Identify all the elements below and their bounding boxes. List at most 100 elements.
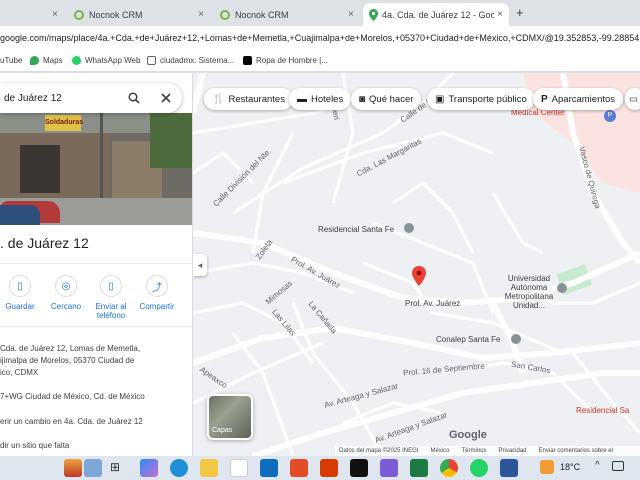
copilot-icon[interactable] bbox=[140, 459, 158, 477]
map-label-residencial-sa: Residencial Sa bbox=[576, 406, 630, 415]
region-link[interactable]: México bbox=[430, 448, 449, 454]
location-pin-icon[interactable] bbox=[412, 266, 426, 286]
chip-transporte[interactable]: ▣ Transporte público bbox=[427, 88, 535, 110]
share-label: Compartir bbox=[139, 302, 175, 311]
school-pin-icon[interactable] bbox=[511, 334, 521, 344]
word-icon[interactable] bbox=[500, 459, 518, 477]
bookmark-whatsapp[interactable]: WhatsApp Web bbox=[72, 56, 140, 65]
teams-icon[interactable] bbox=[380, 459, 398, 477]
search-query[interactable]: de Juárez 12 bbox=[4, 93, 62, 104]
place-pin-icon[interactable] bbox=[404, 223, 414, 233]
send-to-phone-button[interactable]: ▯ Enviar al teléfono bbox=[88, 275, 134, 320]
add-missing-place-link[interactable]: dir un sitio que falta bbox=[0, 440, 69, 452]
widgets-icon[interactable] bbox=[64, 459, 82, 477]
whatsapp-icon bbox=[72, 56, 81, 65]
close-icon[interactable] bbox=[161, 93, 171, 103]
send-to-phone-label: Enviar al teléfono bbox=[95, 302, 127, 320]
chip-label: Aparcamientos bbox=[551, 93, 616, 105]
address-line: ijimalpa de Morelos, 05370 Ciudad de bbox=[0, 356, 135, 365]
save-button[interactable]: ▯ Guardar bbox=[0, 275, 43, 311]
plus-code[interactable]: 7+WG Ciudad de México, Cd. de México bbox=[0, 391, 145, 403]
nocnok-favicon-icon bbox=[74, 9, 84, 20]
chip-hoteles[interactable]: ▬ Hoteles bbox=[289, 88, 352, 110]
layers-button[interactable]: Capas bbox=[207, 394, 253, 440]
map-data-credit: Datos del mapa ©2025 INEGI bbox=[339, 448, 419, 454]
bookmark-label: uTube bbox=[0, 56, 23, 65]
tab-title: Nocnok CRM bbox=[89, 9, 143, 20]
outlook-icon[interactable] bbox=[260, 459, 278, 477]
phone-icon: ▯ bbox=[100, 275, 122, 297]
parking-icon[interactable]: P bbox=[604, 110, 616, 122]
map-canvas[interactable]: Cda. Las Margaritas Calle División del N… bbox=[193, 73, 640, 456]
place-title: . de Juárez 12 bbox=[0, 235, 89, 251]
save-label: Guardar bbox=[5, 302, 35, 311]
address-line: ico, CDMX bbox=[0, 368, 39, 377]
tab-3[interactable]: Nocnok CRM × bbox=[214, 3, 360, 26]
map-label-conalep: Conalep Santa Fe bbox=[436, 335, 501, 344]
place-photo[interactable]: Soldaduras bbox=[0, 113, 192, 225]
privacy-link[interactable]: Privacidad bbox=[499, 448, 527, 454]
nearby-button[interactable]: ◎ Cercano bbox=[43, 275, 89, 311]
bookmarks-bar: uTube Maps WhatsApp Web ciudadmx. Sistem… bbox=[0, 53, 640, 72]
bookmark-label: Maps bbox=[43, 56, 63, 65]
map-label-prol-av-juarez-2: Prol. Av. Juárez bbox=[405, 299, 461, 308]
search-input[interactable]: de Juárez 12 bbox=[0, 83, 182, 113]
camera-icon: ◙ bbox=[359, 93, 366, 105]
place-panel: Soldaduras de Juárez 12 . de Juárez 12 ▯… bbox=[0, 73, 193, 456]
map-label-uam: Universidad Autónoma Metropolitana Unida… bbox=[504, 274, 554, 310]
task-view-icon[interactable]: ⊞ bbox=[110, 460, 120, 474]
address-bar[interactable]: google.com/maps/place/4a.+Cda.+de+Juárez… bbox=[0, 26, 640, 53]
university-pin-icon[interactable] bbox=[557, 283, 567, 293]
google-logo: Google bbox=[449, 429, 487, 441]
chevron-up-icon[interactable]: ^ bbox=[595, 460, 600, 471]
bookmark-ciudadmx[interactable]: ciudadmx. Sistema... bbox=[147, 56, 234, 65]
collapse-panel-icon[interactable]: ◂ bbox=[193, 254, 207, 276]
chip-restaurantes[interactable]: 🍴 Restaurantes bbox=[204, 88, 293, 110]
shop-sign: Soldaduras bbox=[45, 115, 83, 131]
bookmark-maps[interactable]: Maps bbox=[30, 56, 63, 65]
bookmark-label: WhatsApp Web bbox=[85, 56, 141, 65]
tiktok-icon[interactable] bbox=[350, 459, 368, 477]
nearby-label: Cercano bbox=[50, 302, 82, 311]
feedback-link[interactable]: Enviar comentarios sobre el bbox=[539, 448, 613, 454]
bookmark-youtube[interactable]: uTube bbox=[0, 56, 22, 65]
weather-icon[interactable] bbox=[540, 460, 554, 474]
temperature[interactable]: 18°C bbox=[560, 462, 580, 472]
new-tab-button[interactable]: + bbox=[516, 5, 524, 20]
office-icon[interactable] bbox=[320, 459, 338, 477]
tab-strip: × Nocnok CRM × Nocnok CRM × 4a. Cda. de … bbox=[0, 0, 640, 26]
close-tab-icon[interactable]: × bbox=[348, 9, 354, 20]
chrome-icon[interactable] bbox=[440, 459, 458, 477]
tab-maps-active[interactable]: 4a. Cda. de Juárez 12 - Google × bbox=[363, 3, 509, 26]
store-icon[interactable] bbox=[230, 459, 248, 477]
search-icon[interactable] bbox=[128, 92, 140, 104]
chip-label: Transporte público bbox=[448, 93, 527, 105]
layers-label: Capas bbox=[212, 427, 233, 434]
chip-que-hacer[interactable]: ◙ Qué hacer bbox=[351, 88, 422, 110]
excel-icon[interactable] bbox=[410, 459, 428, 477]
chip-more[interactable]: ▭ bbox=[625, 88, 640, 110]
map-attribution: Datos del mapa ©2025 INEGI México Términ… bbox=[335, 446, 640, 456]
file-explorer-icon[interactable] bbox=[200, 459, 218, 477]
folder-app-icon[interactable] bbox=[84, 459, 102, 477]
edge-icon[interactable] bbox=[170, 459, 188, 477]
suggest-edit-link[interactable]: erir un cambio en 4a. Cda. de Juárez 12 bbox=[0, 416, 143, 428]
taskbar: ⊞ 18°C ^ bbox=[0, 456, 640, 480]
tab-2[interactable]: Nocnok CRM × bbox=[68, 3, 210, 26]
url-text[interactable]: google.com/maps/place/4a.+Cda.+de+Juárez… bbox=[0, 33, 640, 43]
address-block[interactable]: Cda. de Juárez 12, Lomas de Memetla, iji… bbox=[0, 343, 140, 379]
address-line: Cda. de Juárez 12, Lomas de Memetla, bbox=[0, 344, 141, 353]
bookmark-icon: ▯ bbox=[9, 275, 31, 297]
tab-title: Nocnok CRM bbox=[235, 9, 289, 20]
close-tab-icon[interactable]: × bbox=[497, 9, 503, 20]
whatsapp-app-icon[interactable] bbox=[470, 459, 488, 477]
tab-1[interactable]: × bbox=[0, 3, 64, 26]
chip-label: Restaurantes bbox=[228, 93, 285, 105]
bookmark-ropa[interactable]: Ropa de Hombre |... bbox=[243, 56, 328, 65]
close-tab-icon[interactable]: × bbox=[198, 9, 204, 20]
close-tab-icon[interactable]: × bbox=[52, 9, 58, 20]
share-button[interactable]: ⤴ Compartir bbox=[134, 275, 180, 311]
terms-link[interactable]: Términos bbox=[461, 448, 486, 454]
chip-aparcamientos[interactable]: P Aparcamientos bbox=[533, 88, 624, 110]
powerpoint-icon[interactable] bbox=[290, 459, 308, 477]
